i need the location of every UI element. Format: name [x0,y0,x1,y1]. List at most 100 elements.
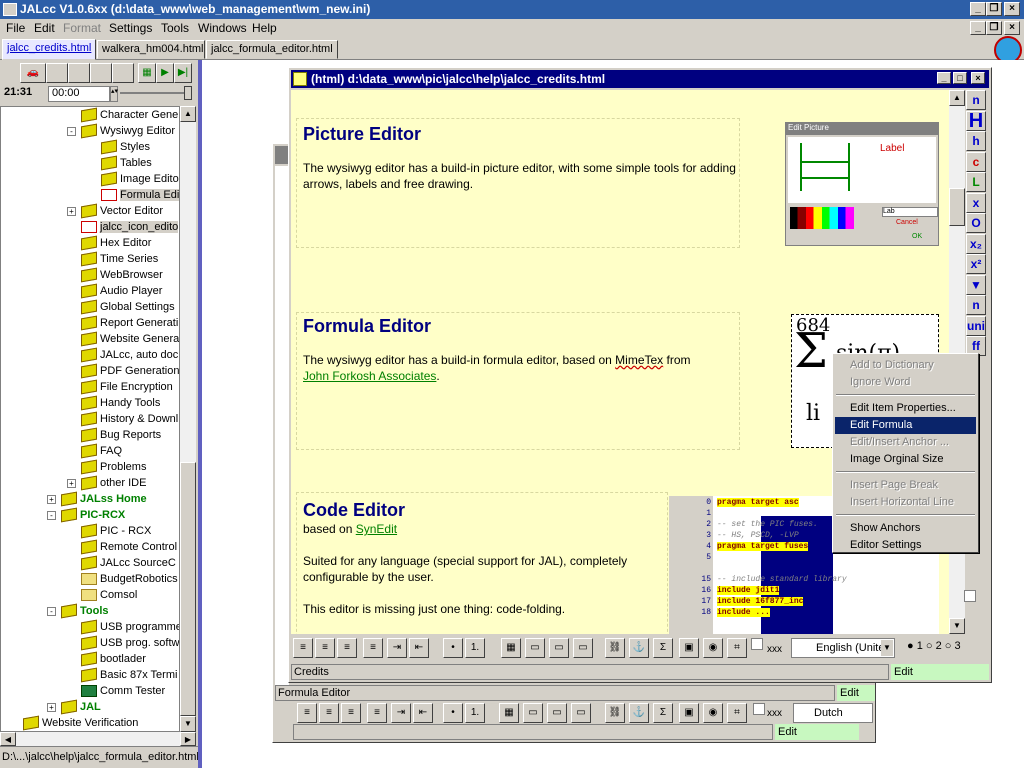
tree-item[interactable]: Vector Editor [81,203,163,219]
tab-walkera[interactable]: walkera_hm004.html [97,40,205,59]
tree-item[interactable]: Comm Tester [81,683,165,699]
checkbox[interactable] [964,590,976,602]
indent-icon[interactable]: ⇥ [391,703,411,723]
tree-item[interactable]: Report Generati [81,315,178,331]
expand-icon[interactable]: + [67,207,76,216]
tree-item[interactable]: FAQ [81,443,122,459]
scroll-up-arrow[interactable]: ▲ [180,106,196,122]
anchor-icon[interactable]: ⚓ [629,703,649,723]
window-minimize-button[interactable]: _ [937,72,951,84]
tree-item[interactable]: JALss Home [61,491,147,507]
insert-tool-button[interactable]: uni [966,315,986,336]
context-menu-item[interactable]: Image Orginal Size [835,451,976,468]
tree-item[interactable]: Time Series [81,251,158,267]
tree-item[interactable]: Tools [61,603,109,619]
tree-item[interactable]: File Encryption [81,379,173,395]
align-right-icon[interactable]: ≡ [341,703,361,723]
tree-item[interactable]: Basic 87x Termi [81,667,177,683]
tree-item[interactable]: USB prog. softw [81,635,179,651]
tree-item[interactable]: Character Gene [81,107,178,123]
context-menu-item[interactable]: Show Anchors [835,520,976,537]
blank-button[interactable] [46,63,68,83]
crop-icon[interactable]: ⌗ [727,638,747,658]
tree-item[interactable]: PIC - RCX [81,523,151,539]
tree-vscroll[interactable]: ▲ ▼ [180,106,196,732]
tree-item[interactable]: BudgetRobotics [81,571,178,587]
tree-item[interactable]: PIC-RCX [61,507,125,523]
insert-tool-button[interactable]: x₂ [966,233,986,254]
insert-tool-button[interactable]: x [966,192,986,213]
tree-item[interactable]: Comsol [81,587,137,603]
numbered-list-icon[interactable]: 1. [465,638,485,658]
expand-icon[interactable]: + [67,479,76,488]
scroll-right-arrow[interactable]: ▶ [180,732,196,746]
context-menu-item[interactable]: Edit Formula [835,417,976,434]
sigma-icon[interactable]: Σ [653,703,673,723]
tree-item[interactable]: Problems [81,459,146,475]
tree-item[interactable]: Website Verification [23,715,138,731]
timer-field[interactable]: 00:00 [48,86,110,102]
scroll-down-arrow[interactable]: ▼ [180,716,196,732]
tree-item[interactable]: Image Editor [101,171,179,187]
collapse-icon[interactable]: - [47,607,56,616]
bullet-list-icon[interactable]: • [443,638,463,658]
insert-tool-button[interactable]: n [966,90,986,110]
menu-file[interactable]: File [6,21,25,35]
insert-tool-button[interactable]: x² [966,254,986,274]
tree-item[interactable]: Tables [101,155,152,171]
synedit-link[interactable]: SynEdit [356,522,397,536]
close-button[interactable]: × [1004,2,1020,16]
menu-settings[interactable]: Settings [109,21,152,35]
car-icon[interactable]: 🚗 [20,63,46,83]
tree-item[interactable]: Styles [101,139,150,155]
tab-formula-editor[interactable]: jalcc_formula_editor.html [206,40,338,59]
tree-item[interactable]: Formula Edit [101,187,179,203]
tree-item[interactable]: bootlader [81,651,146,667]
forkosh-link[interactable]: John Forkosh Associates [303,369,436,383]
minimize-button[interactable]: _ [970,2,986,16]
tree-item[interactable]: Hex Editor [81,235,151,251]
context-menu-item[interactable]: Insert Horizontal Line [835,494,976,511]
play-icon[interactable]: ▶ [156,63,174,83]
menu-edit[interactable]: Edit [34,21,55,35]
tree-item[interactable]: PDF Generation [81,363,179,379]
tree-item[interactable]: other IDE [81,475,146,491]
camera-icon[interactable]: ◉ [703,638,723,658]
tab-jalcc-credits[interactable]: jalcc_credits.html [2,39,96,60]
camera-icon[interactable]: ◉ [703,703,723,723]
context-menu-item[interactable]: Edit Item Properties... [835,400,976,417]
expand-icon[interactable]: + [47,703,56,712]
tree-item[interactable]: JAL [61,699,101,715]
outdent-icon[interactable]: ⇤ [409,638,429,658]
scroll-left-arrow[interactable]: ◀ [0,732,16,746]
window-close-button[interactable]: × [971,72,985,84]
tree-hscroll[interactable]: ◀ ▶ [0,732,196,746]
checkbox[interactable] [753,703,765,715]
page-radios[interactable]: ● 1 ○ 2 ○ 3 [907,640,961,652]
slider-thumb[interactable] [184,86,192,100]
expand-icon[interactable]: + [47,495,56,504]
tree-item[interactable]: Global Settings [81,299,175,315]
context-menu-item[interactable]: Editor Settings [835,537,976,554]
frame-icon[interactable]: ▭ [525,638,545,658]
mdi-close-button[interactable]: × [1004,21,1020,35]
image-icon[interactable]: ▣ [679,703,699,723]
sigma-icon[interactable]: Σ [653,638,673,658]
crop-icon[interactable]: ⌗ [727,703,747,723]
tree-item[interactable]: Remote Control [81,539,177,555]
frame-icon[interactable]: ▭ [571,703,591,723]
bullet-list-icon[interactable]: • [443,703,463,723]
align-right-icon[interactable]: ≡ [337,638,357,658]
tree-item[interactable]: Website Genera [81,331,179,347]
window-title[interactable]: (html) d:\data_www\pic\jalcc\help\jalcc_… [291,70,989,88]
mdi-restore-button[interactable]: ❐ [986,21,1002,35]
chevron-down-icon[interactable]: ▼ [881,640,893,656]
align-center-icon[interactable]: ≡ [315,638,335,658]
table-icon[interactable]: ▦ [501,638,521,658]
insert-tool-button[interactable]: n [966,295,986,315]
tree-item[interactable]: Handy Tools [81,395,160,411]
color-palette[interactable] [790,207,854,229]
picture-editor-screenshot[interactable]: Edit Picture Label Lab Cancel OK [785,122,939,246]
insert-tool-button[interactable]: c [966,151,986,172]
mdi-minimize-button[interactable]: _ [970,21,986,35]
